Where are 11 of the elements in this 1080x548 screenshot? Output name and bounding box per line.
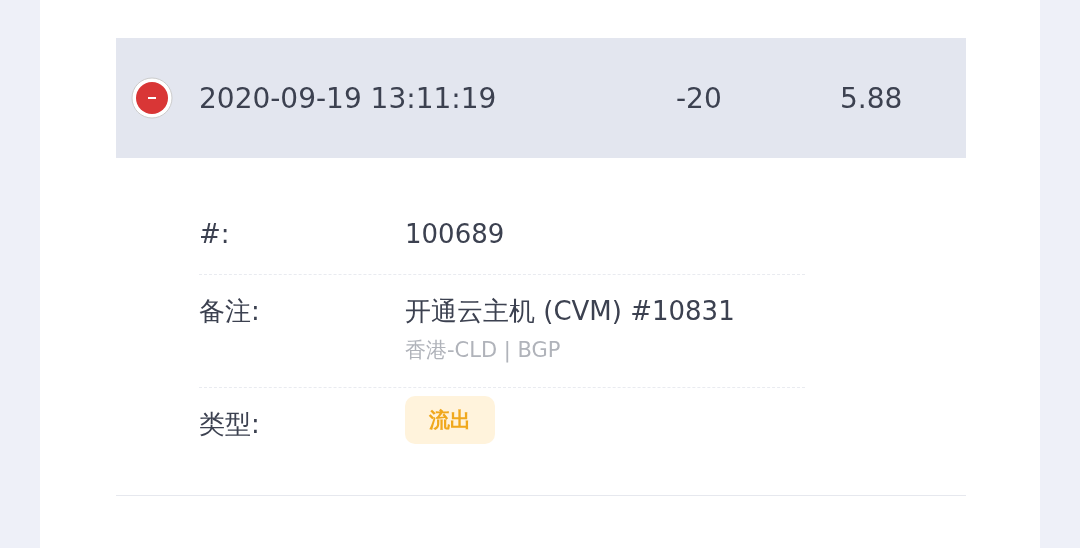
detail-label: 类型: — [199, 408, 261, 441]
transaction-balance: 5.88 — [840, 81, 903, 115]
detail-subtext: 香港-CLD | BGP — [405, 337, 562, 365]
type-tag: 流出 — [405, 396, 495, 444]
transaction-amount: -20 — [676, 81, 723, 115]
detail-value: 100689 — [405, 218, 505, 251]
detail-label: 备注: — [199, 295, 261, 328]
detail-value: 开通云主机 (CVM) #10831 — [405, 295, 735, 328]
transaction-time: 2020-09-19 13:11:19 — [199, 81, 498, 115]
transaction-row[interactable]: 2020-09-19 13:11:19 -20 5.88 — [116, 38, 966, 158]
detail-label: #: — [199, 218, 231, 251]
